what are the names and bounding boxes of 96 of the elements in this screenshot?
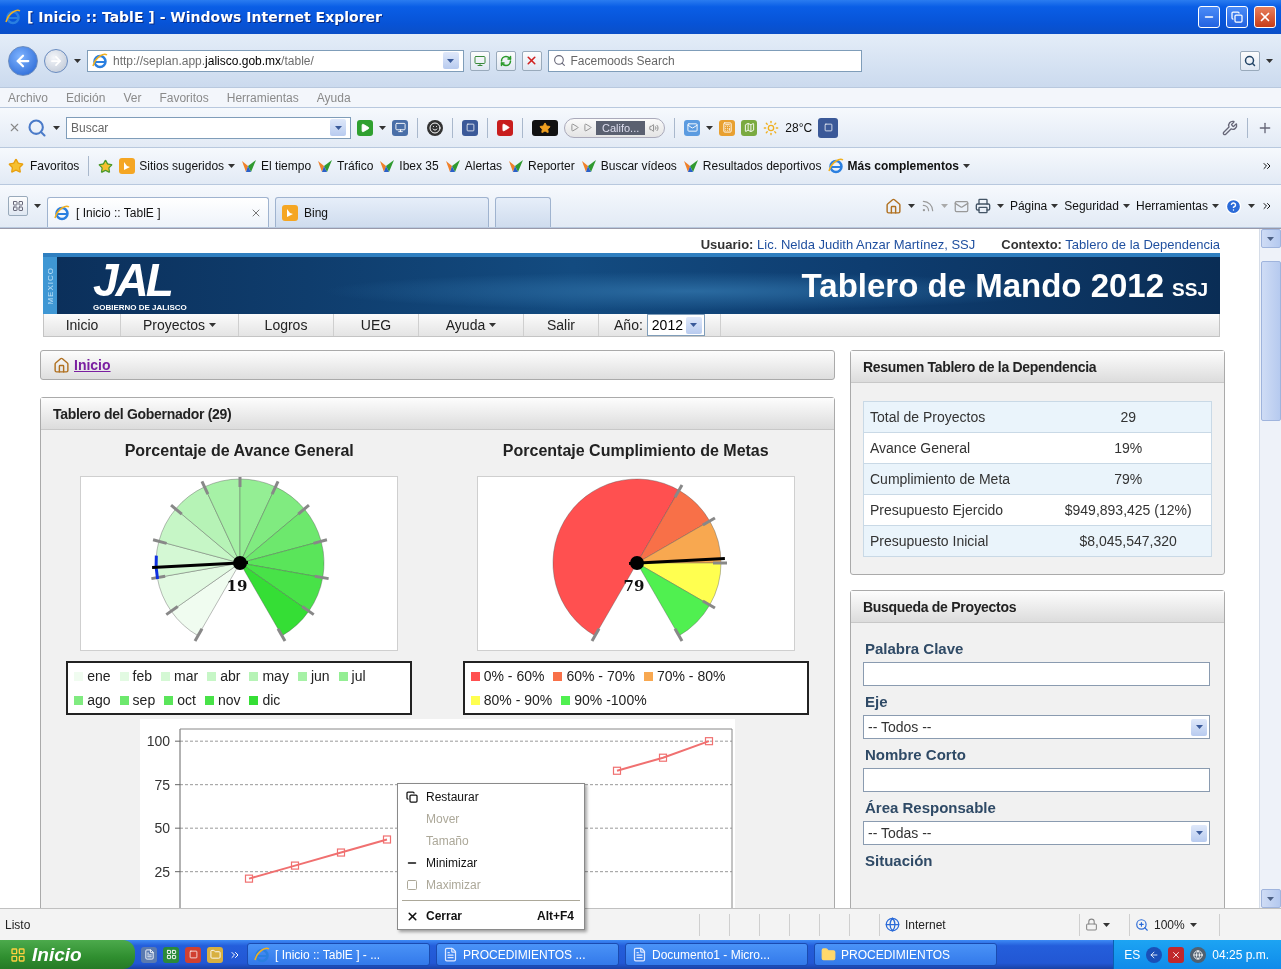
nav-item[interactable]: Salir (524, 314, 599, 336)
legend-label: 90% -100% (574, 692, 647, 708)
side-text: MEXICO (45, 266, 55, 305)
browser-tab[interactable]: [ Inicio :: TablE ] (47, 197, 269, 227)
table-cell: $949,893,425 (12%) (1045, 494, 1212, 526)
nav-item[interactable]: Proyectos (121, 314, 239, 336)
chart-title: Porcentaje Cumplimiento de Metas (502, 442, 769, 461)
table-cell: 19% (1045, 432, 1212, 464)
nav-item[interactable]: Logros (239, 314, 334, 336)
table-cell: Presupuesto Ejercido (863, 494, 1046, 526)
panel-title: Resumen Tablero de la Dependencia (863, 358, 1097, 375)
gauge-value: 79 (623, 577, 645, 595)
field-label: Situación (865, 850, 934, 871)
legend-label: feb (132, 668, 153, 684)
command-menu[interactable]: Seguridad (1064, 199, 1130, 213)
favorite-link[interactable]: El tiempo (241, 159, 312, 173)
start-button[interactable]: Inicio (0, 940, 135, 969)
chart-title: Porcentaje de Avance General (124, 442, 354, 461)
legend-label: 0% - 60% (483, 668, 545, 684)
favorite-link[interactable]: Tráfico (317, 159, 374, 173)
menu-item[interactable]: Restaurar (400, 786, 582, 808)
zone-text: Internet (905, 917, 946, 932)
favorite-link[interactable]: Buscar vídeos (580, 159, 677, 173)
legend-label: 70% - 80% (656, 668, 726, 684)
table-cell: Avance General (863, 432, 1046, 464)
legend-label: nov (217, 692, 241, 708)
legend-label: mar (174, 668, 199, 684)
favorite-link[interactable]: Resultados deportivos (682, 159, 822, 173)
zoom-level[interactable]: 100% (1154, 917, 1185, 932)
legend-label: 60% - 70% (566, 668, 635, 684)
field-label: Eje (865, 691, 889, 712)
radio-player[interactable]: Califo... (564, 117, 666, 138)
table-cell: $8,045,547,320 (1045, 525, 1212, 557)
panel-title: Tablero del Gobernador (29) (53, 405, 232, 422)
favorites-button[interactable]: Favoritos (30, 159, 80, 173)
table-cell: 79% (1045, 463, 1212, 495)
select-field[interactable]: -- Todos -- (863, 715, 1210, 739)
axis-label: 100 (146, 733, 170, 750)
user-info: Usuario: Lic. Nelda Judith Anzar Martínez, SSJ (700, 237, 976, 252)
favorite-link[interactable]: Más complementos (827, 158, 970, 174)
banner-suffix: SSJ (1172, 279, 1208, 301)
legend-label: may (262, 668, 289, 684)
axis-label: 50 (154, 820, 170, 837)
field-label: Palabra Clave (865, 638, 965, 659)
legend-label: abr (220, 668, 241, 684)
panel-title: Busqueda de Proyectos (863, 598, 1017, 615)
context-info: Contexto: Tablero de la Dependencia (1001, 237, 1220, 252)
menu-item[interactable]: Minimizar (400, 852, 582, 874)
table-cell: Total de Proyectos (863, 401, 1046, 433)
field-label: Nombre Corto (865, 744, 967, 765)
taskbar-button[interactable]: Documento1 - Micro... (625, 943, 808, 966)
search-field[interactable]: Facemoods Search (547, 49, 862, 72)
browser-tab[interactable]: Bing (275, 197, 489, 227)
legend-label: oct (177, 692, 196, 708)
command-menu[interactable]: Herramientas (1135, 199, 1219, 213)
table-cell: Presupuesto Inicial (863, 525, 1046, 557)
nav-item[interactable]: UEG (334, 314, 419, 336)
legend-label: ene (87, 668, 111, 684)
year-select[interactable]: 2012 (646, 314, 705, 336)
logo-caption: GOBIERNO DE JALISCO (93, 303, 187, 312)
axis-label: 75 (154, 776, 170, 793)
logo-text: JAL (93, 257, 171, 303)
status-text: Listo (5, 917, 31, 932)
favorite-link[interactable]: Ibex 35 (379, 159, 439, 173)
search-field[interactable]: Buscar (66, 116, 351, 139)
banner-title: Tablero de Mando 2012 (801, 267, 1165, 305)
legend-label: dic (262, 692, 281, 708)
year-label: Año: (614, 317, 643, 333)
shortcut-text: Alt+F4 (537, 909, 574, 923)
window-title: [ Inicio :: TablE ] - Windows Internet Explorer (27, 9, 383, 25)
clock: 04:25 p.m. (1212, 947, 1269, 962)
nav-item[interactable]: Inicio (44, 314, 121, 336)
favorite-link[interactable]: Alertas (444, 159, 503, 173)
station-name: Califo... (596, 120, 646, 135)
legend-label: 80% - 90% (483, 692, 553, 708)
favorite-link[interactable]: Sitios sugeridos (119, 158, 236, 174)
taskbar-button[interactable]: PROCEDIMIENTOS (814, 943, 997, 966)
breadcrumb-link[interactable]: Inicio (74, 357, 111, 373)
address-field[interactable]: http://seplan.app.jalisco.gob.mx/table/ (87, 49, 464, 72)
menu-item[interactable]: Cerrar Alt+F4 (400, 905, 582, 927)
field-label: Área Responsable (865, 797, 997, 818)
command-menu[interactable]: Página (1009, 199, 1059, 213)
legend-label: jul (351, 668, 366, 684)
legend-label: jun (310, 668, 330, 684)
gauge-value: 19 (226, 577, 248, 595)
taskbar-button[interactable]: PROCEDIMIENTOS ... (436, 943, 619, 966)
select-field[interactable]: -- Todas -- (863, 821, 1210, 845)
taskbar-button[interactable]: [ Inicio :: TablE ] - ... (247, 943, 430, 966)
legend-label: ago (87, 692, 111, 708)
temperature: 28°C (785, 120, 813, 135)
favorite-link[interactable]: Reporter (508, 159, 575, 173)
table-cell: 29 (1045, 401, 1212, 433)
legend-label: sep (132, 692, 156, 708)
nav-item[interactable]: Ayuda (419, 314, 524, 336)
table-cell: Cumplimiento de Meta (863, 463, 1046, 495)
axis-label: 25 (154, 863, 170, 880)
